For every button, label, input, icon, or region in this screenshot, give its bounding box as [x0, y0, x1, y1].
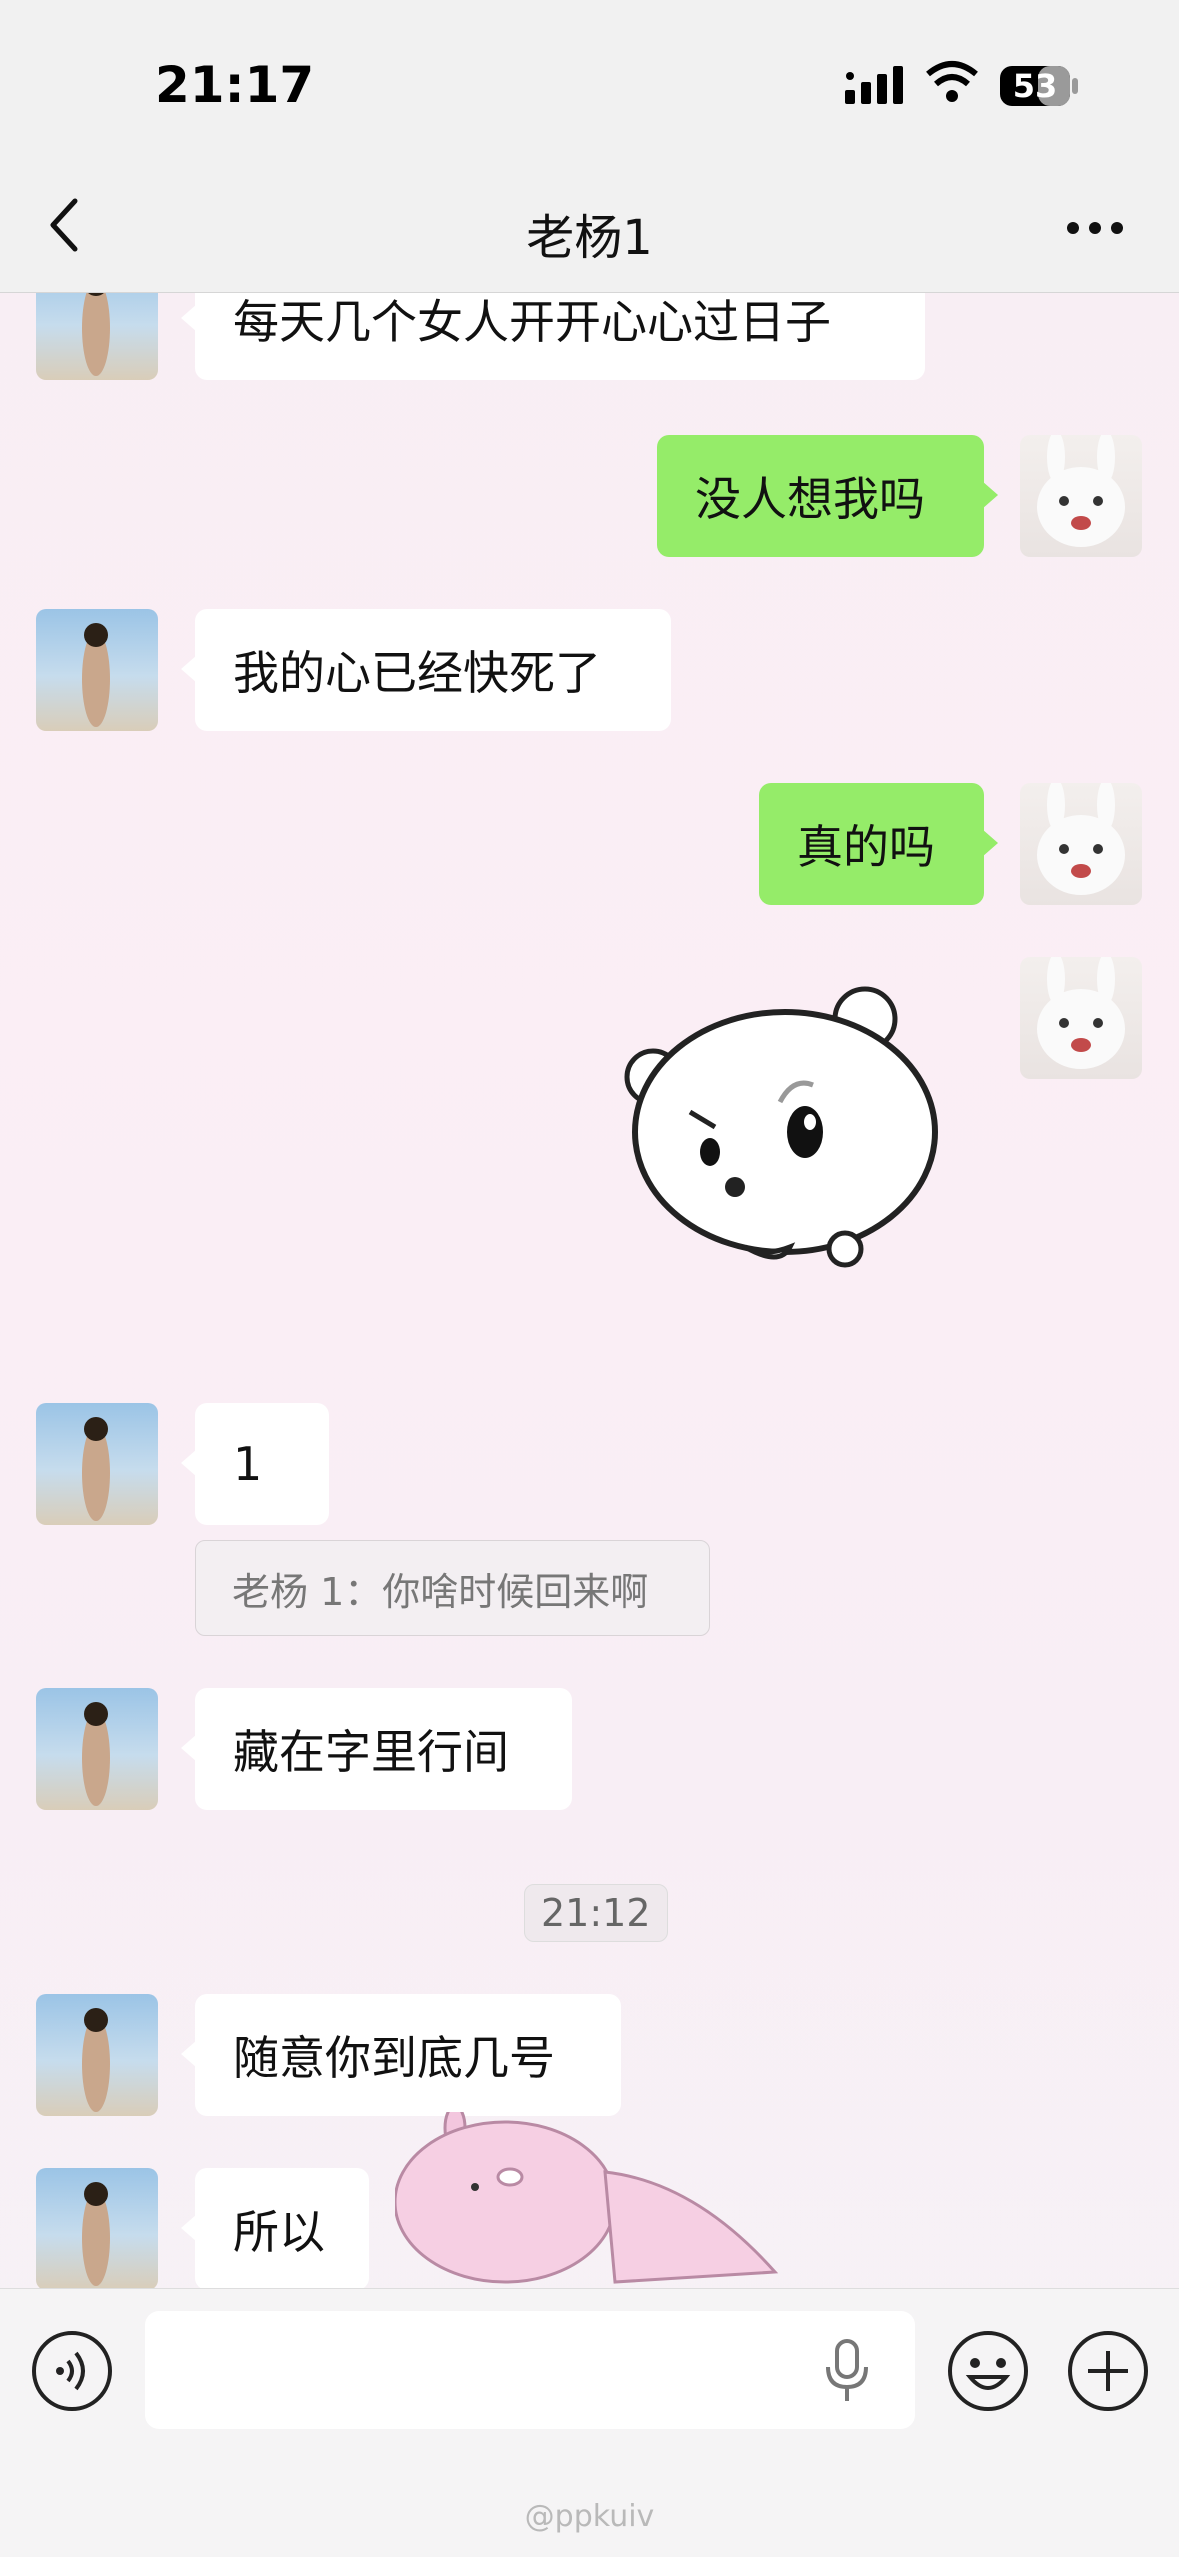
input-bar: @ppkuiv [0, 2288, 1179, 2557]
contact-avatar[interactable] [36, 292, 158, 380]
message-text: 真的吗 [797, 820, 935, 874]
message-text: 随意你到底几号 [233, 2031, 555, 2085]
add-more-icon[interactable] [1066, 2329, 1150, 2413]
bunny-sticker-angry[interactable] [615, 977, 955, 1317]
message-bubble-incoming[interactable]: 随意你到底几号 [181, 1994, 621, 2116]
message-bubble-incoming[interactable]: 1 [181, 1403, 329, 1525]
contact-avatar[interactable] [36, 2168, 158, 2288]
message-text: 藏在字里行间 [233, 1725, 509, 1779]
message-text: 我的心已经快死了 [233, 646, 601, 700]
message-bubble-outgoing[interactable]: 没人想我吗 [657, 435, 998, 557]
contact-avatar[interactable] [36, 1994, 158, 2116]
time-divider: 21:12 [524, 1884, 668, 1942]
contact-avatar[interactable] [36, 1688, 158, 1810]
message-bubble-incoming[interactable]: 每天几个女人开开心心过日子 [181, 292, 925, 380]
my-avatar[interactable] [1020, 783, 1142, 905]
top-bar: 21:17 53 老杨1 [0, 0, 1179, 293]
battery-level: 53 [1012, 67, 1058, 105]
battery-icon: 53 [1000, 64, 1080, 108]
quoted-reply[interactable]: 老杨 1：你啥时候回来啊 [195, 1540, 710, 1636]
message-text: 1 [233, 1437, 263, 1491]
voice-input-icon[interactable] [30, 2329, 114, 2413]
chat-area[interactable]: 每天几个女人开开心心过日子 没人想我吗 我的心已经快死了 真的吗 1 老杨 1：… [0, 292, 1179, 2288]
quoted-reply-text: 老杨 1：你啥时候回来啊 [232, 1569, 649, 1614]
microphone-icon[interactable] [822, 2339, 872, 2403]
message-bubble-outgoing[interactable]: 真的吗 [759, 783, 998, 905]
message-text: 没人想我吗 [695, 472, 925, 526]
chat-title: 老杨1 [526, 210, 653, 266]
message-text: 每天几个女人开开心心过日子 [233, 295, 831, 349]
message-bubble-incoming[interactable]: 藏在字里行间 [181, 1688, 572, 1810]
contact-avatar[interactable] [36, 1403, 158, 1525]
my-avatar[interactable] [1020, 435, 1142, 557]
status-time: 21:17 [155, 56, 315, 114]
contact-avatar[interactable] [36, 609, 158, 731]
message-input[interactable] [145, 2311, 915, 2429]
pink-bunny-sticker[interactable] [395, 2112, 785, 2288]
more-options-icon[interactable] [1065, 220, 1125, 236]
message-bubble-incoming[interactable]: 我的心已经快死了 [181, 609, 671, 731]
my-avatar[interactable] [1020, 957, 1142, 1079]
watermark: @ppkuiv [524, 2499, 655, 2534]
message-bubble-incoming[interactable]: 所以 [181, 2168, 369, 2288]
cellular-signal-icon [845, 66, 903, 104]
message-text: 所以 [233, 2205, 325, 2259]
wifi-icon [926, 61, 978, 102]
emoji-icon[interactable] [946, 2329, 1030, 2413]
